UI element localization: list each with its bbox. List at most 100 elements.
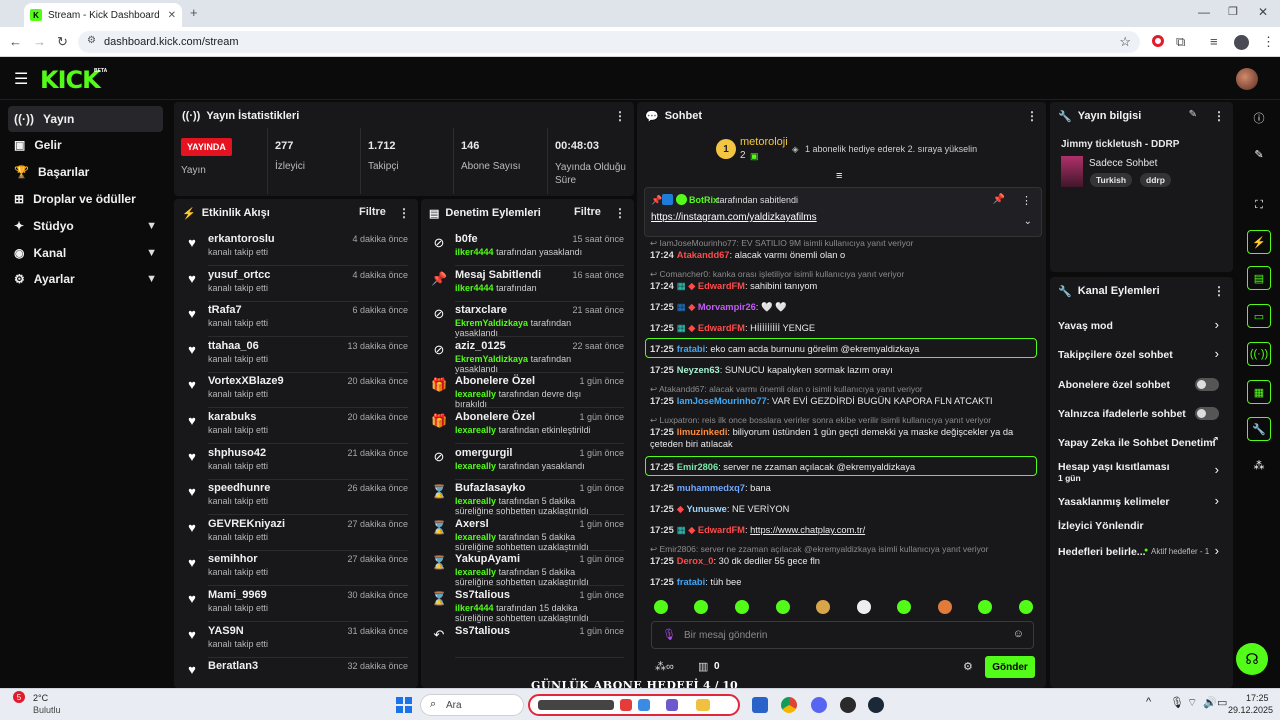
moderation-target[interactable]: YakupAyami bbox=[455, 553, 520, 565]
app-icon[interactable] bbox=[840, 697, 856, 713]
emote-icon[interactable] bbox=[1019, 600, 1033, 614]
tab-close-icon[interactable]: ✕ bbox=[168, 10, 176, 21]
moderation-item[interactable]: ⌛ Ss7talious 1 gün önce ilker4444 tarafında… bbox=[421, 586, 634, 623]
moderator-name[interactable]: EkremYaldizkaya bbox=[455, 354, 528, 364]
opera-icon[interactable] bbox=[1152, 35, 1164, 47]
activity-item[interactable]: ♥ shphuso42 kanalı takip etti 21 dakika önc… bbox=[174, 444, 418, 480]
moderator-name[interactable]: lexareally bbox=[455, 389, 496, 399]
chevron-right-icon[interactable]: › bbox=[1215, 493, 1219, 508]
chat-message[interactable]: 17:25 ▦ ◆ Morvampir26: 🤍 🤍 bbox=[650, 301, 1035, 313]
chat-input[interactable]: 🎙 Bir mesaj gönderin ☺ bbox=[651, 621, 1034, 649]
info-icon[interactable]: ⓘ bbox=[1247, 106, 1271, 130]
moderator-name[interactable]: ilker4444 bbox=[455, 283, 494, 293]
moderation-item[interactable]: ⊘ omergurgil 1 gün önce lexareally tarafınd… bbox=[421, 444, 634, 480]
chat-message[interactable]: 17:25 IamJoseMourinho77: VAR EVİ GEZDİRDİ… bbox=[650, 395, 1035, 407]
profile-icon[interactable] bbox=[1234, 35, 1249, 50]
maximize-icon[interactable]: ❐ bbox=[1228, 5, 1238, 18]
emote-icon[interactable] bbox=[816, 600, 830, 614]
broadcast-icon[interactable]: ((·)) bbox=[1247, 342, 1271, 366]
moderation-target[interactable]: omergurgil bbox=[455, 447, 512, 459]
activity-username[interactable]: VortexXBlaze9 bbox=[208, 375, 284, 387]
category-name[interactable]: Sadece Sohbet bbox=[1089, 158, 1157, 169]
activity-more-icon[interactable]: ⋮ bbox=[398, 206, 410, 220]
chat-more-icon[interactable]: ⋮ bbox=[1026, 109, 1038, 123]
chat-message[interactable]: 17:25 fratabi: tüh bee bbox=[650, 576, 1035, 588]
sidebar-item-ayarlar[interactable]: ⚙ Ayarlar ▼ bbox=[8, 266, 163, 292]
emote-icon[interactable] bbox=[694, 600, 708, 614]
chat-settings-icon[interactable]: ⚙ bbox=[963, 660, 973, 673]
chat-message[interactable]: 17:25 fratabi: eko cam acda burnunu görel… bbox=[650, 343, 1035, 355]
moderator-name[interactable]: ilker4444 bbox=[455, 603, 494, 613]
tray-chevron-icon[interactable]: ^ bbox=[1146, 696, 1151, 708]
activity-username[interactable]: speedhunre bbox=[208, 482, 270, 494]
activity-item[interactable]: ♥ erkantoroslu kanalı takip etti 4 dakika ö… bbox=[174, 230, 418, 266]
hamburger-menu-icon[interactable]: ☰ bbox=[14, 69, 28, 89]
moderation-target[interactable]: Abonelere Özel bbox=[455, 411, 535, 423]
store-icon[interactable]: ▥ bbox=[698, 660, 708, 673]
discord-icon[interactable] bbox=[811, 697, 827, 713]
battery-icon[interactable]: ▭ bbox=[1217, 696, 1227, 709]
chevron-right-icon[interactable]: › bbox=[1215, 543, 1219, 558]
moderator-name[interactable]: lexareally bbox=[455, 461, 496, 471]
moderation-more-icon[interactable]: ⋮ bbox=[614, 206, 626, 220]
emote-icon[interactable] bbox=[776, 600, 790, 614]
activity-item[interactable]: ♥ tRafa7 kanalı takip etti 6 dakika önce bbox=[174, 301, 418, 338]
channel-actions-more-icon[interactable]: ⋮ bbox=[1213, 284, 1225, 298]
volume-icon[interactable]: 🔊 bbox=[1203, 696, 1217, 709]
activity-item[interactable]: ♥ Mami_9969 kanalı takip etti 30 dakika önc… bbox=[174, 586, 418, 622]
pinned-more-icon[interactable]: ⋮ bbox=[1021, 194, 1032, 207]
emote-icon[interactable] bbox=[654, 600, 668, 614]
activity-username[interactable]: semihhor bbox=[208, 553, 258, 565]
microphone-tray-icon[interactable]: 🎙 bbox=[1170, 696, 1184, 709]
chat-message[interactable]: 17:25 limuzinkedi: biliyorum üstünden 1 g… bbox=[650, 426, 1035, 450]
activity-username[interactable]: karabuks bbox=[208, 411, 256, 423]
new-tab-icon[interactable]: + bbox=[190, 5, 198, 20]
moderation-item[interactable]: 🎁 Abonelere Özel 1 gün önce lexareally tara… bbox=[421, 408, 634, 444]
moderation-target[interactable]: Ss7talious bbox=[455, 625, 510, 637]
activity-username[interactable]: Beratlan3 bbox=[208, 660, 258, 672]
sidebar-item-kanal[interactable]: ◉ Kanal ▼ bbox=[8, 240, 163, 266]
moderation-item[interactable]: ⌛ YakupAyami 1 gün önce lexareally tarafınd… bbox=[421, 550, 634, 587]
user-avatar[interactable] bbox=[1236, 68, 1258, 90]
chat-message[interactable]: 17:25 ▦ ◆ EdwardFM: https://www.chatplay.… bbox=[650, 524, 1035, 536]
moderation-item[interactable]: ⌛ Axersl 1 gün önce lexareally tarafından 5… bbox=[421, 515, 634, 552]
subs-only-toggle[interactable] bbox=[1195, 378, 1219, 391]
activity-item[interactable]: ♥ GEVREKniyazi kanalı takip etti 27 dakika … bbox=[174, 515, 418, 551]
chat-message[interactable]: 17:25 ▦ ◆ EdwardFM: Hİİİİİİİİİ YENGE bbox=[650, 322, 1035, 334]
chevron-down-icon[interactable]: ⌄ bbox=[1024, 216, 1032, 227]
wrench-icon[interactable]: 🔧 bbox=[1247, 417, 1271, 441]
emoji-picker-icon[interactable]: ☺ bbox=[1013, 628, 1024, 640]
chat-message[interactable]: 17:25 ◆ Yunuswe: NE VERİYON bbox=[650, 503, 1035, 515]
sidebar-item-studyo[interactable]: ✦ Stüdyo ▼ bbox=[8, 213, 163, 239]
chat-message[interactable]: 17:25 Neyzen63: SUNUCU kapalıyken sormak … bbox=[650, 364, 1035, 376]
weather-temp[interactable]: 2°C bbox=[33, 693, 48, 703]
document-icon[interactable]: ▤ bbox=[1247, 266, 1271, 290]
chat-message[interactable]: 17:25 muhammedxq7: bana bbox=[650, 482, 1035, 494]
moderation-target[interactable]: b0fe bbox=[455, 233, 478, 245]
unpin-icon[interactable]: 📌 bbox=[993, 194, 1005, 205]
chrome-icon[interactable] bbox=[781, 697, 797, 713]
send-button[interactable]: Gönder bbox=[985, 656, 1035, 678]
emote-icon[interactable] bbox=[735, 600, 749, 614]
channel-info-more-icon[interactable]: ⋮ bbox=[1213, 109, 1225, 123]
chevron-right-icon[interactable]: › bbox=[1215, 346, 1219, 361]
edit-icon[interactable]: ✎ bbox=[1247, 142, 1271, 166]
followers-only-item[interactable]: Takipçilere özel sohbet bbox=[1058, 349, 1173, 361]
pinned-message[interactable]: 📌 BotRix tarafından sabitlendi https://i… bbox=[644, 187, 1042, 237]
kick-logo[interactable]: KICK bbox=[40, 66, 101, 94]
layout-icon[interactable]: ▦ bbox=[1247, 380, 1271, 404]
activity-username[interactable]: yusuf_ortcc bbox=[208, 269, 270, 281]
browser-menu-icon[interactable]: ⋮ bbox=[1262, 27, 1275, 57]
chat-bubble-icon[interactable]: ▭ bbox=[1247, 304, 1271, 328]
edit-icon[interactable]: ✎ bbox=[1189, 109, 1197, 120]
moderation-target[interactable]: starxclare bbox=[455, 304, 507, 316]
activity-item[interactable]: ♥ ttahaa_06 kanalı takip etti 13 dakika önc… bbox=[174, 337, 418, 373]
moderation-filter-button[interactable]: Filtre bbox=[574, 206, 601, 218]
moderation-item[interactable]: ↶ Ss7talious 1 gün önce bbox=[421, 622, 634, 658]
extensions-icon[interactable]: ⧉ bbox=[1176, 27, 1185, 57]
moderation-target[interactable]: Ss7talious bbox=[455, 589, 510, 601]
back-icon[interactable]: ← bbox=[9, 27, 22, 57]
taskbar-search[interactable]: ⌕ Ara bbox=[420, 694, 524, 716]
ai-moderation-item[interactable]: Yapay Zeka ile Sohbet Denetimi bbox=[1058, 437, 1216, 449]
moderator-name[interactable]: lexareally bbox=[455, 425, 496, 435]
